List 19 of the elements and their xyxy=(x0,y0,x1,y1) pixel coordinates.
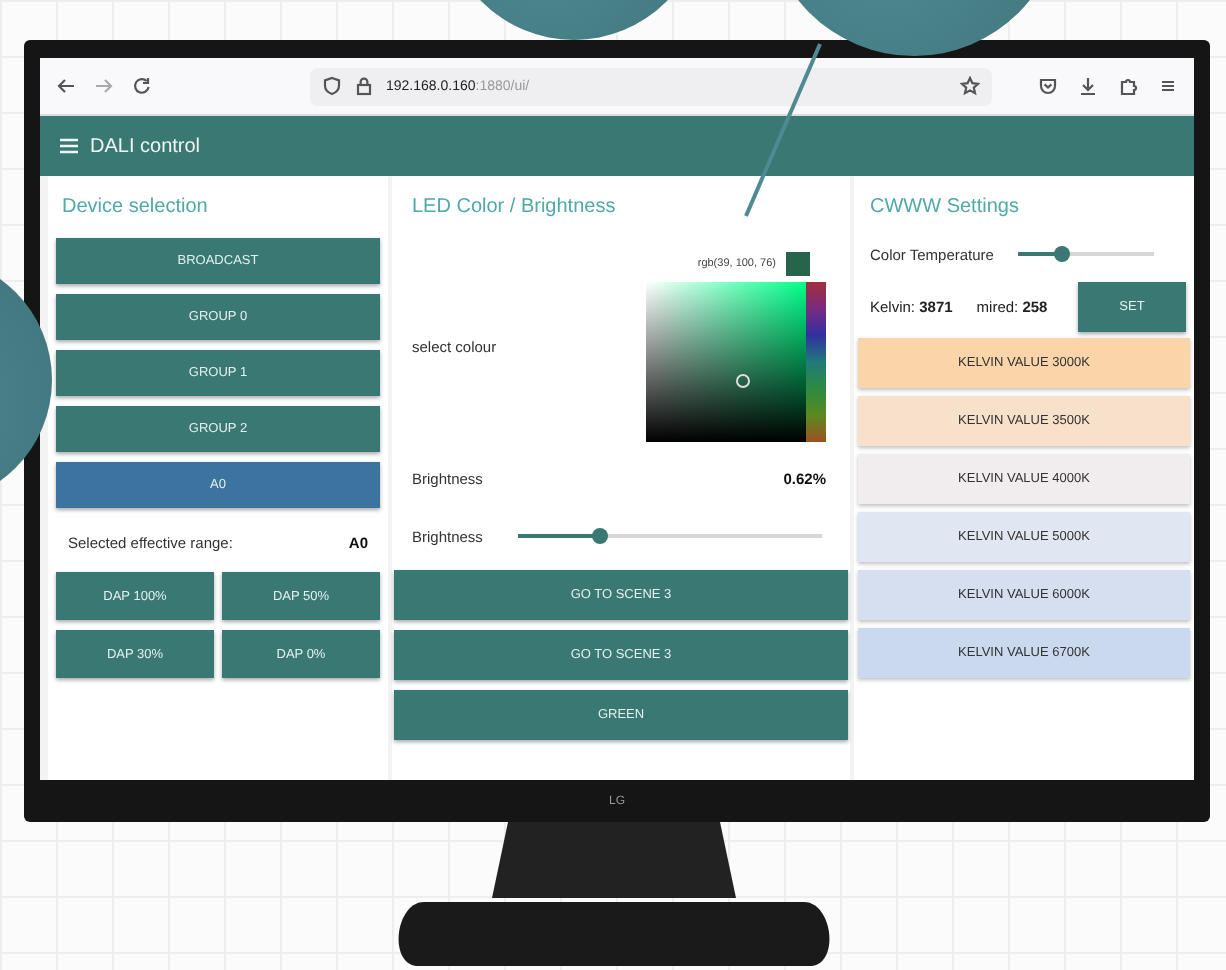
menu-icon[interactable] xyxy=(1158,76,1178,96)
slider-thumb[interactable] xyxy=(592,528,609,544)
menu-icon[interactable] xyxy=(60,138,78,154)
extensions-icon[interactable] xyxy=(1118,76,1138,96)
section-heading: CWWW Settings xyxy=(870,196,1021,220)
slider-thumb[interactable] xyxy=(1053,246,1070,262)
section-heading: Device selection xyxy=(62,196,210,220)
app-title: DALI control xyxy=(90,135,201,157)
section-heading: LED Color / Brightness xyxy=(412,196,618,220)
colour-swatch xyxy=(786,251,810,275)
star-icon[interactable] xyxy=(960,76,980,96)
reload-icon[interactable] xyxy=(132,76,152,96)
download-icon[interactable] xyxy=(1078,76,1098,96)
colour-picker[interactable] xyxy=(646,281,826,441)
lock-icon[interactable] xyxy=(354,76,374,96)
shield-icon[interactable] xyxy=(322,76,342,96)
back-icon[interactable] xyxy=(56,76,76,96)
picker-cursor[interactable] xyxy=(736,373,750,387)
pocket-icon[interactable] xyxy=(1038,76,1058,96)
